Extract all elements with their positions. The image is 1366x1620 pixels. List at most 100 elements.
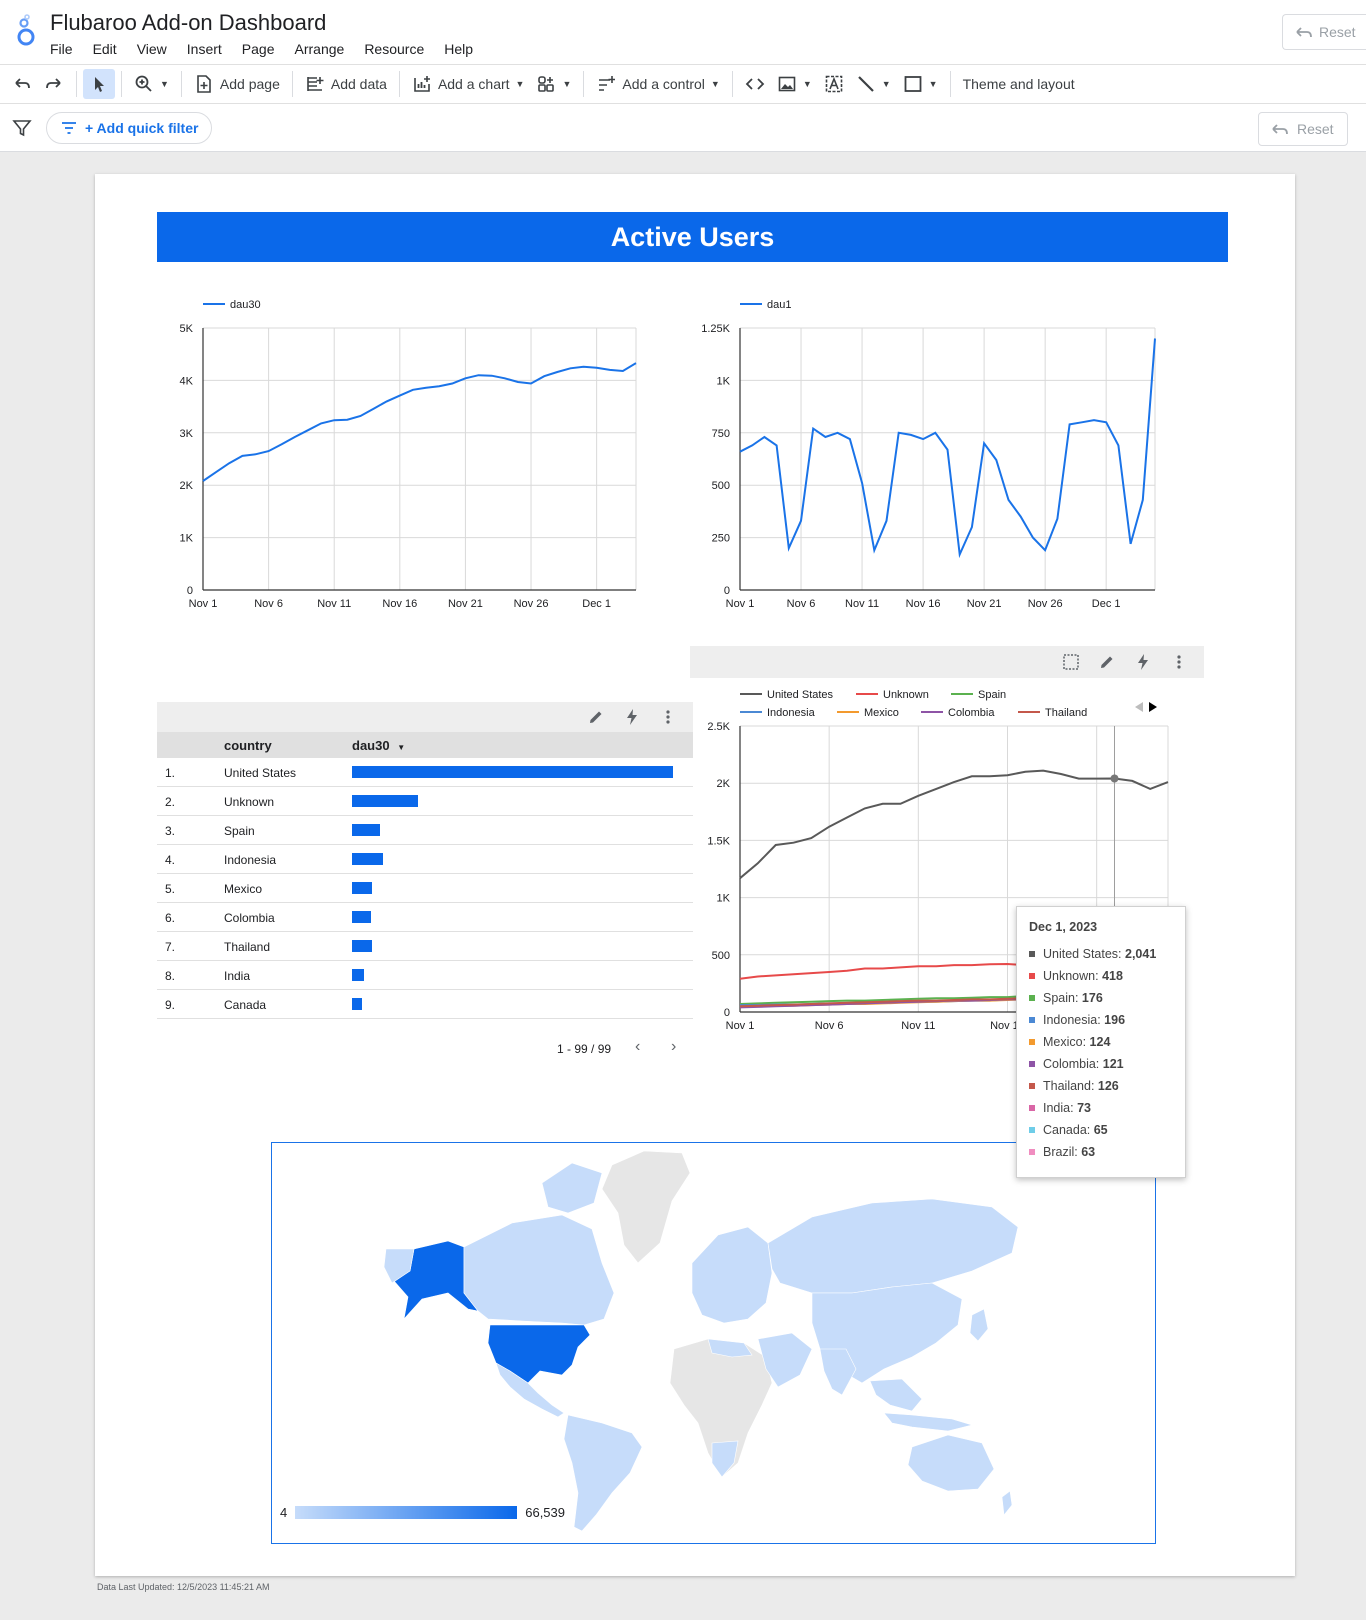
- country-cell: Indonesia: [224, 853, 277, 867]
- dau30-line-chart[interactable]: dau30 0 1K 2K 3K 4K 5K Nov 1 Nov 6 Nov 11 Nov 16 No…: [153, 292, 673, 632]
- toolbar-divider: [731, 71, 733, 97]
- country-cell: Colombia: [224, 911, 275, 925]
- report-title[interactable]: Flubaroo Add-on Dashboard: [50, 10, 326, 36]
- reset-filters-button[interactable]: Reset: [1258, 112, 1348, 146]
- y-tick-label: 1K: [180, 533, 194, 545]
- add-control-button[interactable]: Add a control ▼: [590, 69, 725, 99]
- y-tick-label: 1K: [717, 893, 731, 905]
- add-page-button[interactable]: Add page: [188, 69, 286, 99]
- menu-insert[interactable]: Insert: [187, 41, 222, 57]
- map-region-new-zealand[interactable]: [1001, 1490, 1013, 1516]
- column-header-dau30[interactable]: dau30 ▼: [352, 738, 405, 753]
- row-number: 3.: [165, 824, 176, 838]
- insert-line-button[interactable]: ▼: [850, 69, 897, 99]
- insert-shape-button[interactable]: ▼: [897, 69, 944, 99]
- map-region-south-africa[interactable]: [711, 1440, 739, 1478]
- map-region-greenland[interactable]: [601, 1150, 691, 1264]
- y-tick-label: 2K: [717, 778, 731, 790]
- more-vert-icon[interactable]: [1170, 653, 1188, 671]
- x-tick-label: Nov 16: [906, 598, 941, 610]
- legend-label: Thailand: [1045, 707, 1087, 719]
- banner-title[interactable]: Active Users: [157, 212, 1228, 262]
- table-row[interactable]: 5. Mexico: [157, 874, 693, 903]
- more-vert-icon[interactable]: [659, 708, 677, 726]
- tooltip-swatch: [1029, 1149, 1035, 1155]
- table-row[interactable]: 1. United States: [157, 758, 693, 787]
- table-row[interactable]: 7. Thailand: [157, 932, 693, 961]
- embed-url-button[interactable]: [739, 69, 771, 99]
- table-row[interactable]: 2. Unknown: [157, 787, 693, 816]
- chevron-left-icon[interactable]: ‹: [635, 1038, 640, 1056]
- select-region-icon[interactable]: [1062, 653, 1080, 671]
- dau1-line-chart[interactable]: dau1 0 250 500 750 1K 1.25K Nov 1 Nov 6 Nov 11 Nov…: [695, 292, 1215, 632]
- table-row[interactable]: 8. India: [157, 961, 693, 990]
- legend-label: dau1: [767, 299, 791, 311]
- row-number: 7.: [165, 940, 176, 954]
- table-row[interactable]: 6. Colombia: [157, 903, 693, 932]
- row-number: 8.: [165, 969, 176, 983]
- x-tick-label: Nov 21: [448, 598, 483, 610]
- map-region-canada[interactable]: [463, 1214, 615, 1326]
- country-cell: Canada: [224, 998, 267, 1012]
- country-cell: Spain: [224, 824, 255, 838]
- insert-text-button[interactable]: [818, 69, 850, 99]
- map-region-southeast-asia[interactable]: [869, 1378, 923, 1412]
- y-tick-label: 750: [712, 428, 730, 440]
- table-header-bar: [157, 702, 693, 732]
- map-region-russia[interactable]: [767, 1198, 1019, 1294]
- lightning-bolt-icon[interactable]: [623, 708, 641, 726]
- tooltip-swatch: [1029, 973, 1035, 979]
- chevron-right-icon[interactable]: ›: [671, 1038, 676, 1056]
- tooltip-value: 418: [1102, 969, 1123, 983]
- zoom-button[interactable]: ▼: [128, 69, 175, 99]
- color-scale-legend: 4 66,539: [280, 1505, 565, 1520]
- undo-button[interactable]: [6, 69, 38, 99]
- map-region-south-america[interactable]: [563, 1414, 643, 1532]
- edit-pencil-icon[interactable]: [1098, 653, 1116, 671]
- tooltip-label: United States: 2,041: [1043, 947, 1157, 961]
- map-region-australia[interactable]: [907, 1434, 995, 1492]
- tooltip-value: 2,041: [1125, 947, 1157, 961]
- map-region-europe[interactable]: [691, 1226, 773, 1324]
- map-region-japan[interactable]: [969, 1308, 989, 1342]
- reset-button[interactable]: Reset: [1282, 14, 1366, 50]
- x-tick-label: Nov 11: [901, 1020, 935, 1032]
- legend-label: Mexico: [864, 707, 899, 719]
- community-viz-button[interactable]: ▼: [530, 69, 577, 99]
- chevron-down-icon: ▼: [710, 79, 720, 89]
- menu-help[interactable]: Help: [444, 41, 473, 57]
- country-table[interactable]: country dau30 ▼ 1. United States 2. Unknown…: [157, 702, 693, 1056]
- add-chart-button[interactable]: Add a chart ▼: [406, 69, 531, 99]
- column-header-country[interactable]: country: [224, 738, 272, 753]
- add-quick-filter-button[interactable]: + Add quick filter: [46, 112, 212, 144]
- x-tick-label: Nov 11: [845, 598, 879, 610]
- lightning-bolt-icon[interactable]: [1134, 653, 1152, 671]
- edit-pencil-icon[interactable]: [587, 708, 605, 726]
- tooltip-label: Thailand: 126: [1043, 1079, 1119, 1093]
- menu-edit[interactable]: Edit: [93, 41, 117, 57]
- redo-button[interactable]: [38, 69, 70, 99]
- menu-resource[interactable]: Resource: [364, 41, 424, 57]
- add-data-button[interactable]: Add data: [299, 69, 393, 99]
- menu-page[interactable]: Page: [242, 41, 275, 57]
- select-button[interactable]: [83, 69, 115, 99]
- chevron-down-icon: ▼: [881, 79, 891, 89]
- x-tick-label: Nov 6: [254, 598, 283, 610]
- row-number: 1.: [165, 766, 176, 780]
- menu-arrange[interactable]: Arrange: [295, 41, 345, 57]
- tooltip-label: Indonesia: 196: [1043, 1013, 1126, 1027]
- tooltip-label: Mexico: 124: [1043, 1035, 1111, 1049]
- theme-layout-button[interactable]: Theme and layout: [957, 69, 1081, 99]
- dau30-bar: [352, 766, 673, 778]
- table-row[interactable]: 3. Spain: [157, 816, 693, 845]
- y-tick-label: 4K: [180, 375, 194, 387]
- filter-funnel-icon[interactable]: [12, 118, 32, 138]
- table-row[interactable]: 4. Indonesia: [157, 845, 693, 874]
- menu-file[interactable]: File: [50, 41, 73, 57]
- insert-image-button[interactable]: ▼: [771, 69, 818, 99]
- menu-view[interactable]: View: [137, 41, 167, 57]
- map-region-indonesia[interactable]: [883, 1412, 974, 1432]
- geo-map-chart[interactable]: 4 66,539: [271, 1142, 1156, 1544]
- table-row[interactable]: 9. Canada: [157, 990, 693, 1019]
- map-region-canada-north[interactable]: [541, 1162, 603, 1214]
